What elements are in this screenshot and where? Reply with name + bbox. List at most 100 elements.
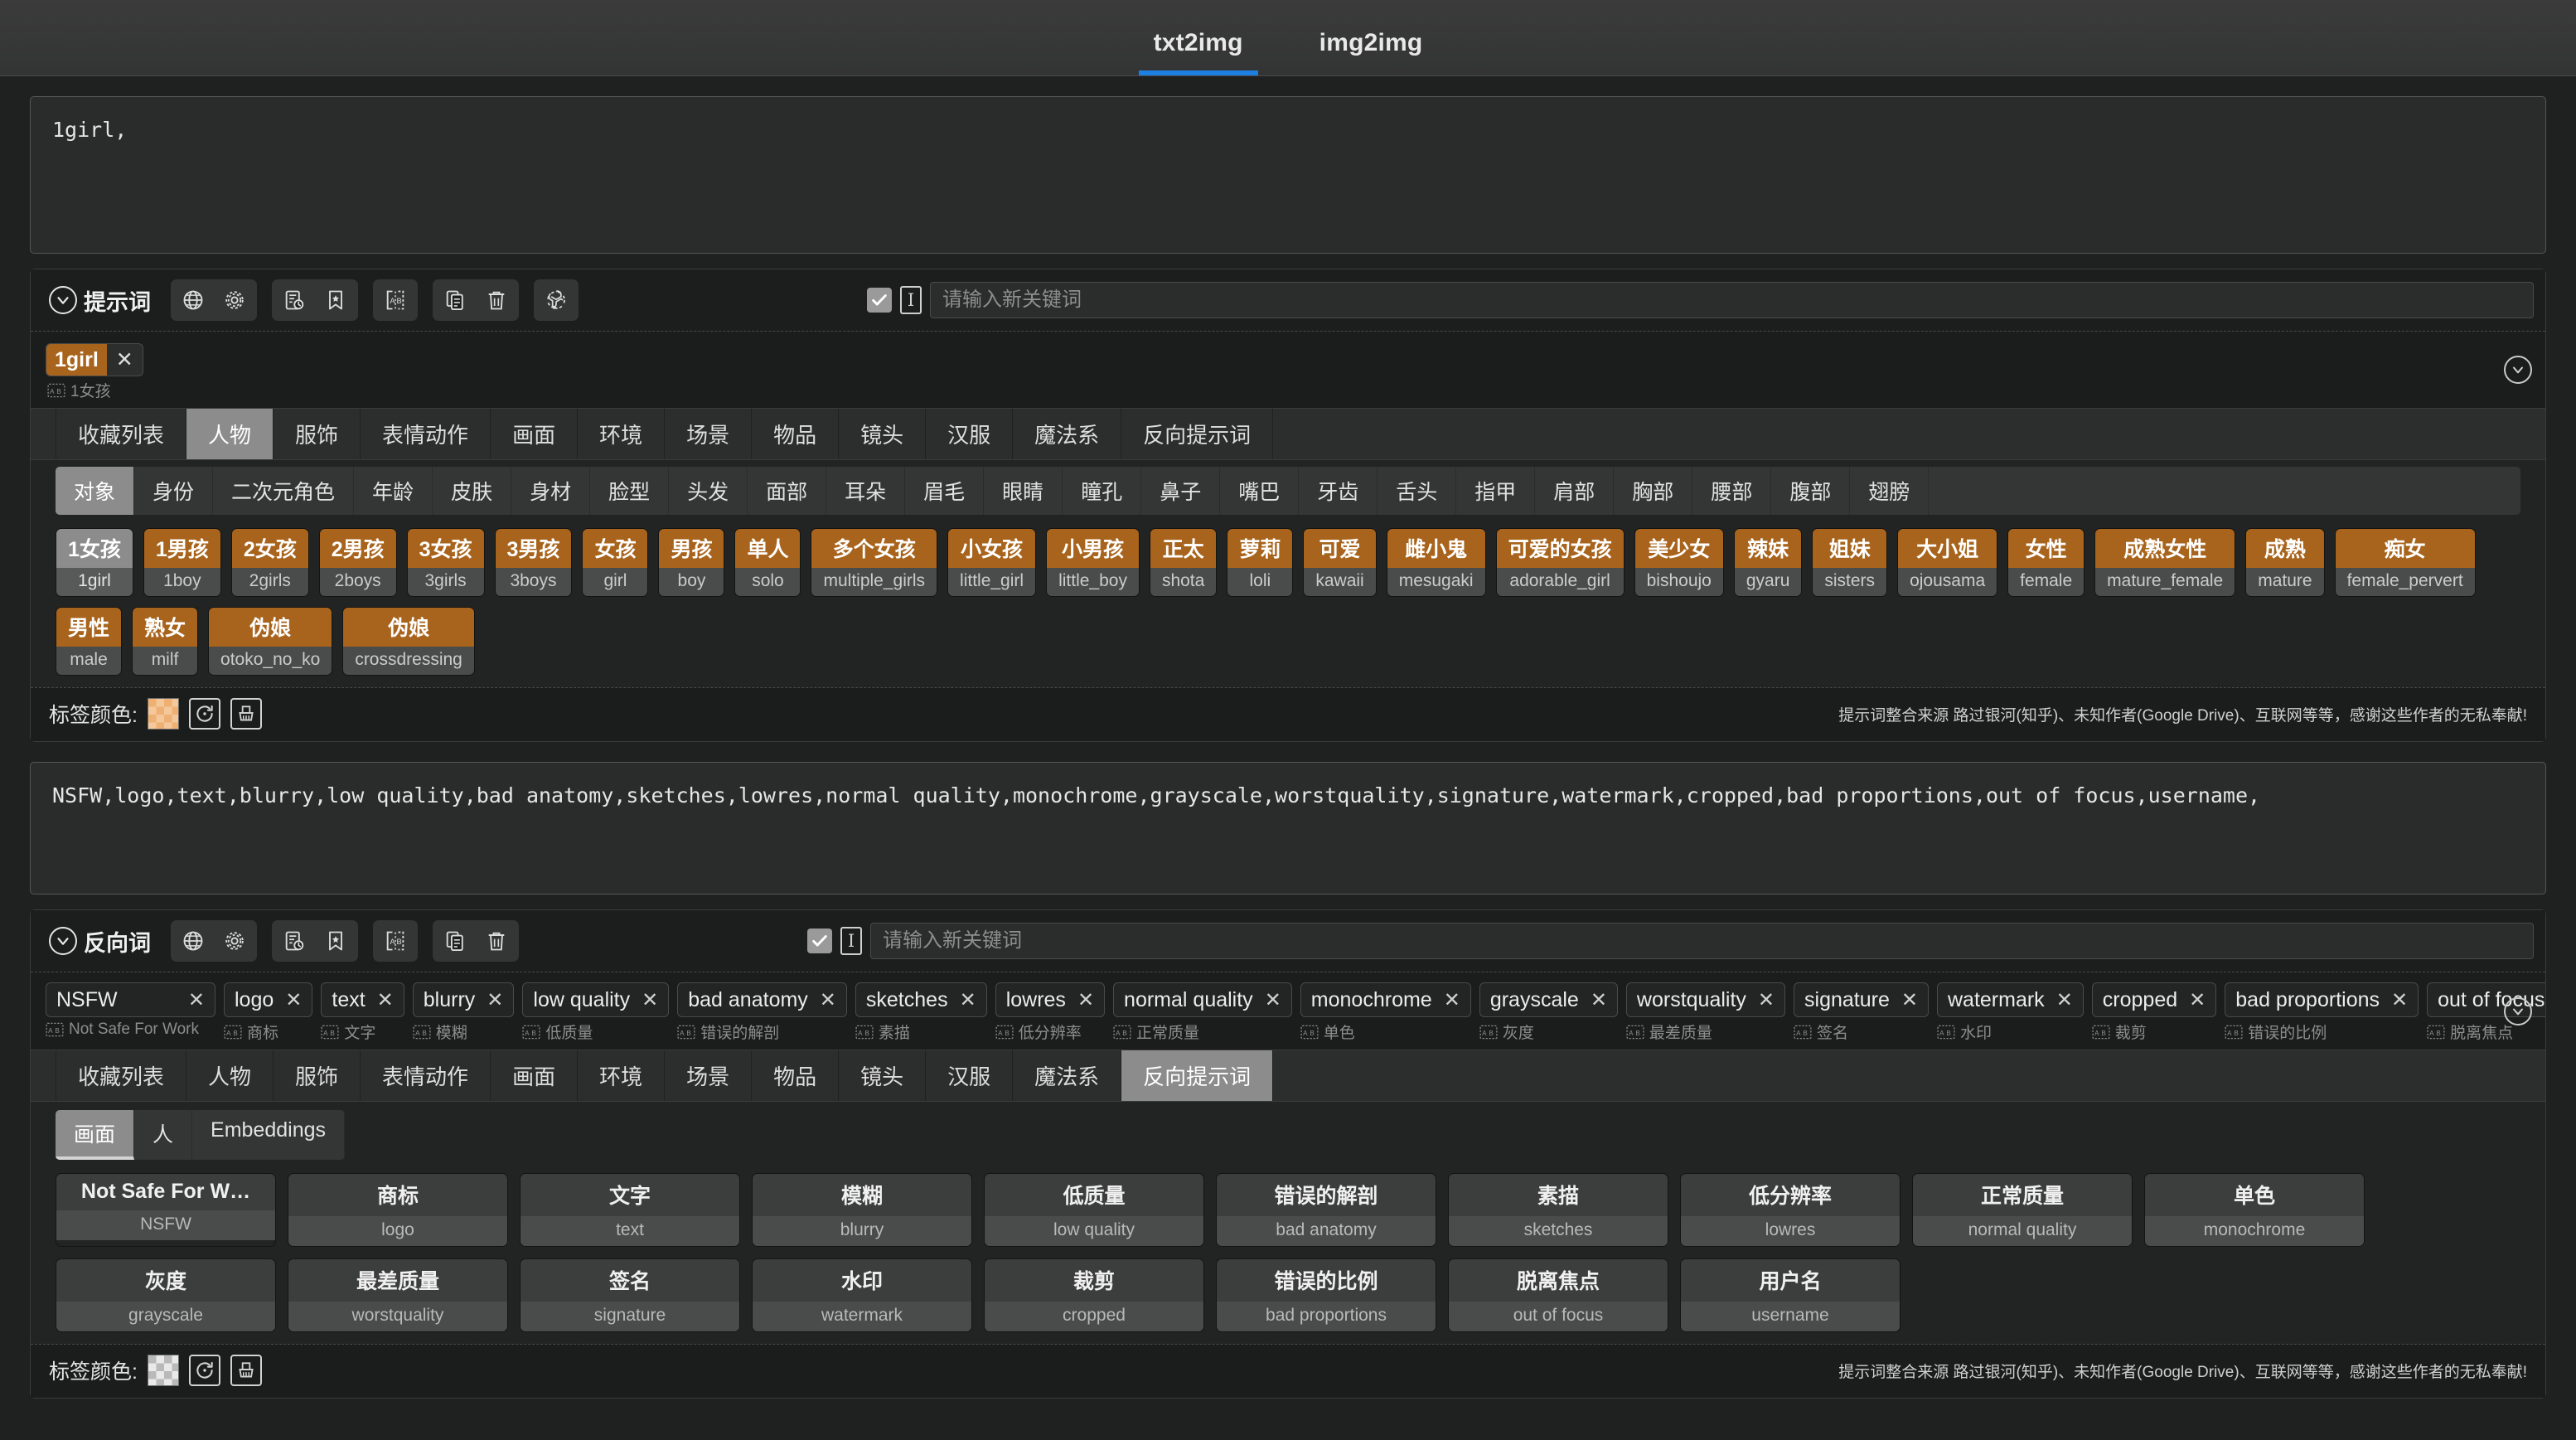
positive-subcategory-tab-20[interactable]: 腰部 [1692, 467, 1772, 515]
globe-icon[interactable] [173, 923, 213, 959]
negative-tag-card[interactable]: 低分辨率 lowres [1680, 1173, 1901, 1247]
negative-search-checkbox[interactable] [807, 928, 832, 953]
positive-tag-button[interactable]: 伪娘 otoko_no_ko [208, 607, 333, 676]
positive-tag-button[interactable]: 雌小鬼 mesugaki [1386, 528, 1486, 597]
close-icon[interactable]: ✕ [960, 988, 976, 1012]
close-icon[interactable]: ✕ [1077, 988, 1094, 1012]
negative-category-tab-2[interactable]: 服饰 [274, 1050, 361, 1101]
negative-category-tab-10[interactable]: 魔法系 [1013, 1050, 1122, 1101]
negative-chip[interactable]: worstquality ✕ [1625, 982, 1786, 1017]
history-icon[interactable] [274, 282, 314, 318]
positive-tag-button[interactable]: 痴女 female_pervert [2334, 528, 2476, 597]
negative-category-tab-8[interactable]: 镜头 [839, 1050, 927, 1101]
negative-tag-card[interactable]: 最差质量 worstquality [288, 1258, 508, 1332]
negative-tag-card[interactable]: 低质量 low quality [984, 1173, 1204, 1247]
negative-chip[interactable]: monochrome ✕ [1300, 982, 1471, 1017]
negative-chip[interactable]: normal quality ✕ [1113, 982, 1292, 1017]
negative-tag-card[interactable]: Not Safe For W… NSFW [56, 1173, 276, 1247]
gear-icon[interactable] [215, 923, 254, 959]
positive-subcategory-tab-8[interactable]: 面部 [748, 467, 827, 515]
close-icon[interactable]: ✕ [2056, 988, 2073, 1012]
positive-tag-button[interactable]: 姐妹 sisters [1812, 528, 1888, 597]
negative-chip[interactable]: bad anatomy ✕ [677, 982, 847, 1017]
close-icon[interactable]: ✕ [107, 344, 143, 376]
positive-prompt-input[interactable]: 1girl, [30, 96, 2546, 254]
positive-tag-button[interactable]: 可爱的女孩 adorable_girl [1495, 528, 1625, 597]
tag-color-swatch[interactable] [147, 698, 179, 730]
negative-chip[interactable]: text ✕ [321, 982, 404, 1017]
positive-strip-expand-icon[interactable] [2504, 356, 2532, 384]
positive-category-tab-11[interactable]: 反向提示词 [1121, 409, 1274, 459]
trash-icon[interactable] [477, 282, 516, 318]
negative-tag-card[interactable]: 错误的比例 bad proportions [1216, 1258, 1436, 1332]
positive-subcategory-tab-15[interactable]: 牙齿 [1299, 467, 1378, 515]
close-icon[interactable]: ✕ [820, 988, 836, 1012]
negative-chip[interactable]: NSFW ✕ [46, 982, 215, 1017]
positive-category-tab-2[interactable]: 服饰 [274, 409, 361, 459]
positive-subcategory-tab-0[interactable]: 对象 [56, 467, 135, 515]
positive-subcategory-tab-22[interactable]: 翅膀 [1850, 467, 1930, 515]
negative-category-tab-0[interactable]: 收藏列表 [56, 1050, 187, 1101]
negative-category-tab-6[interactable]: 场景 [665, 1050, 753, 1101]
positive-category-tab-6[interactable]: 场景 [665, 409, 753, 459]
negative-chip[interactable]: cropped ✕ [2091, 982, 2217, 1017]
negative-tag-card[interactable]: 灰度 grayscale [56, 1258, 276, 1332]
positive-subcategory-tab-2[interactable]: 二次元角色 [213, 467, 355, 515]
positive-category-tab-0[interactable]: 收藏列表 [56, 409, 187, 459]
negative-tag-card[interactable]: 签名 signature [520, 1258, 740, 1332]
negative-chip[interactable]: low quality ✕ [522, 982, 670, 1017]
positive-tag-button[interactable]: 多个女孩 multiple_girls [811, 528, 938, 597]
close-icon[interactable]: ✕ [642, 988, 658, 1012]
negative-tag-card[interactable]: 正常质量 normal quality [1912, 1173, 2133, 1247]
reset-icon[interactable] [188, 1355, 220, 1386]
positive-subcategory-tab-7[interactable]: 头发 [669, 467, 748, 515]
bookmark-icon[interactable] [316, 282, 356, 318]
positive-subcategory-tab-3[interactable]: 年龄 [354, 467, 433, 515]
positive-category-tab-10[interactable]: 魔法系 [1013, 409, 1122, 459]
positive-tag-button[interactable]: 3男孩 3boys [494, 528, 573, 597]
positive-tag-button[interactable]: 成熟 mature [2245, 528, 2325, 597]
positive-keyword-search-input[interactable] [930, 282, 2534, 318]
negative-chip[interactable]: watermark ✕ [1937, 982, 2084, 1017]
reset-icon[interactable] [188, 698, 220, 730]
close-icon[interactable]: ✕ [1265, 988, 1281, 1012]
close-icon[interactable]: ✕ [2189, 988, 2206, 1012]
tag-color-swatch[interactable] [147, 1355, 179, 1386]
positive-tag-button[interactable]: 单人 solo [734, 528, 801, 597]
negative-prompt-input[interactable]: NSFW,logo,text,blurry,low quality,bad an… [30, 762, 2546, 895]
negative-chip[interactable]: grayscale ✕ [1479, 982, 1618, 1017]
positive-subcategory-tab-5[interactable]: 身材 [511, 467, 591, 515]
positive-tag-button[interactable]: 女孩 girl [582, 528, 649, 597]
negative-chip[interactable]: logo ✕ [224, 982, 313, 1017]
negative-subtab-0[interactable]: 画面 [56, 1110, 135, 1160]
positive-tag-button[interactable]: 男孩 boy [658, 528, 725, 597]
positive-subcategory-tab-10[interactable]: 眉毛 [905, 467, 985, 515]
positive-subcategory-tab-6[interactable]: 脸型 [590, 467, 670, 515]
close-icon[interactable]: ✕ [377, 988, 394, 1012]
tab-txt2img[interactable]: txt2img [1138, 21, 1258, 75]
positive-subcategory-tab-1[interactable]: 身份 [134, 467, 214, 515]
positive-tag-button[interactable]: 正太 shota [1149, 528, 1218, 597]
positive-tag-button[interactable]: 可爱 kawaii [1303, 528, 1377, 597]
positive-category-tab-3[interactable]: 表情动作 [361, 409, 491, 459]
negative-tag-card[interactable]: 水印 watermark [752, 1258, 972, 1332]
translate-icon[interactable]: AB [375, 282, 415, 318]
positive-category-tab-5[interactable]: 环境 [578, 409, 666, 459]
positive-tag-button[interactable]: 1男孩 1boy [143, 528, 221, 597]
negative-tag-card[interactable]: 素描 sketches [1448, 1173, 1668, 1247]
positive-subcategory-tab-12[interactable]: 瞳孔 [1063, 467, 1142, 515]
positive-tag-button[interactable]: 1女孩 1girl [56, 528, 133, 597]
positive-subcategory-tab-9[interactable]: 耳朵 [826, 467, 906, 515]
positive-subcategory-tab-17[interactable]: 指甲 [1456, 467, 1536, 515]
close-icon[interactable]: ✕ [487, 988, 503, 1012]
negative-chip[interactable]: blurry ✕ [412, 982, 515, 1017]
negative-tag-card[interactable]: 商标 logo [288, 1173, 508, 1247]
close-icon[interactable]: ✕ [1591, 988, 1607, 1012]
close-icon[interactable]: ✕ [285, 988, 302, 1012]
positive-subcategory-tab-13[interactable]: 鼻子 [1141, 467, 1221, 515]
positive-subcategory-tab-19[interactable]: 胸部 [1614, 467, 1693, 515]
positive-subcategory-tab-16[interactable]: 舌头 [1378, 467, 1457, 515]
negative-keyword-search-input[interactable] [870, 923, 2534, 959]
chevron-down-icon[interactable] [49, 927, 77, 955]
negative-category-tab-4[interactable]: 画面 [491, 1050, 579, 1101]
